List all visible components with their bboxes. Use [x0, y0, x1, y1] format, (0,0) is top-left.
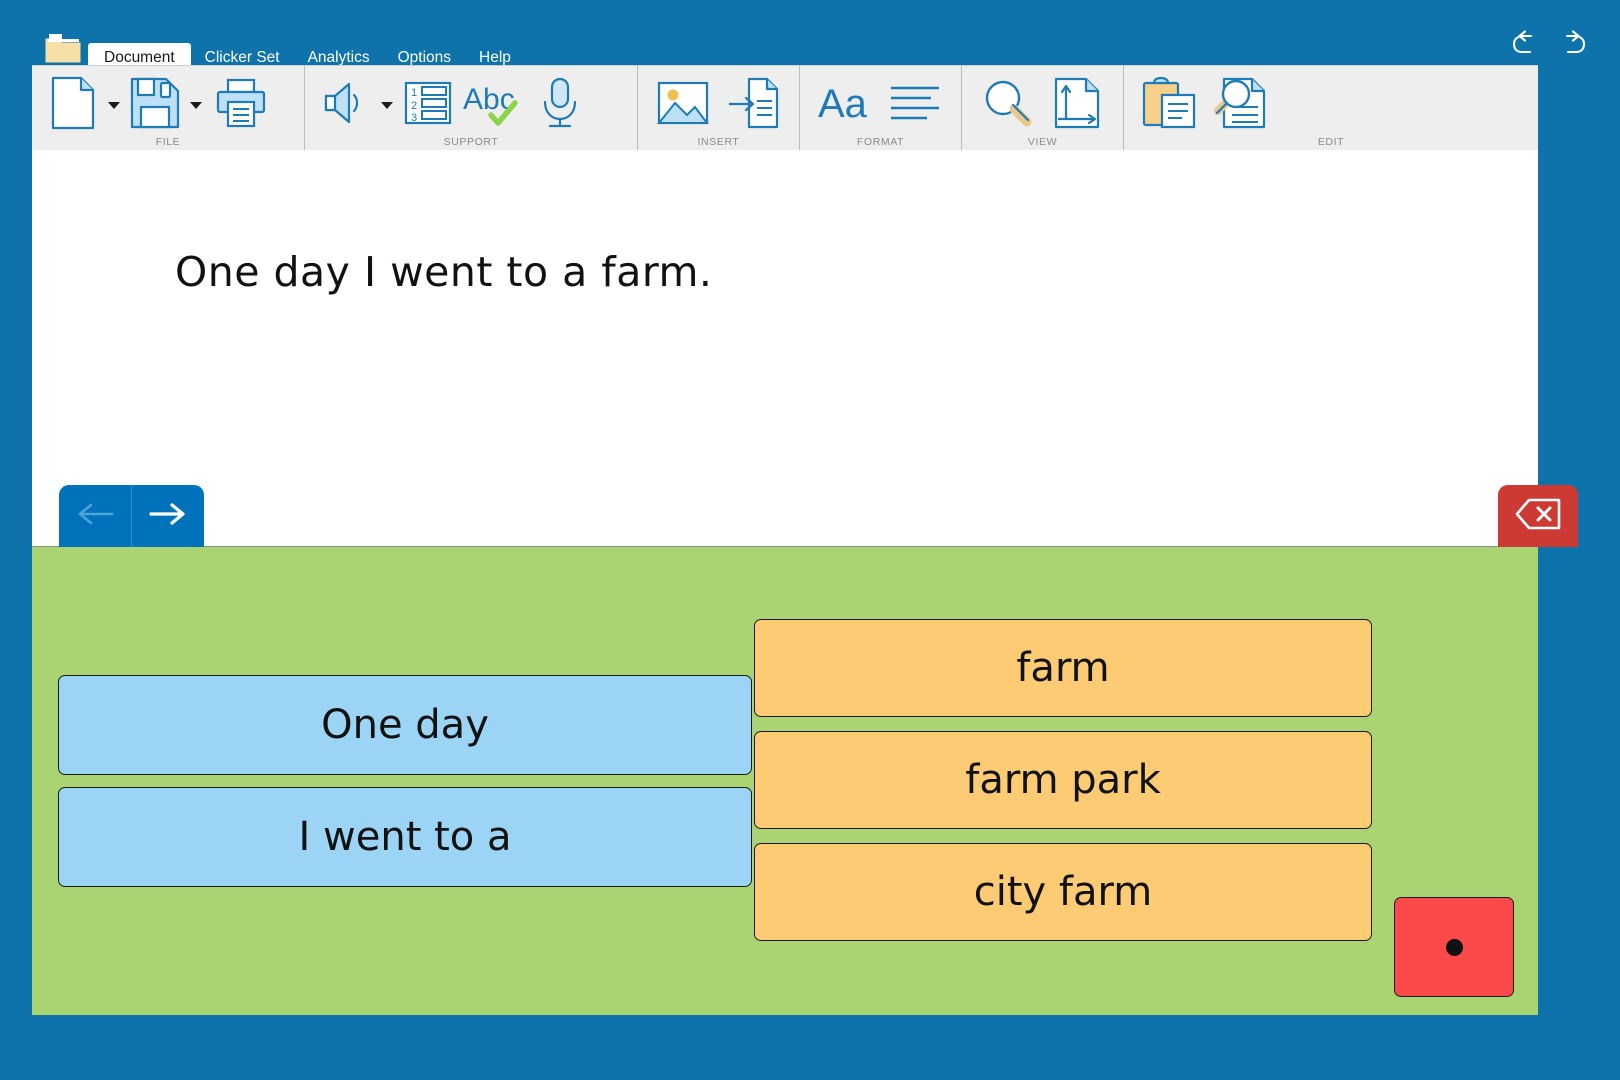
clicker-app-window: Document Clicker Set Analytics Options H…: [0, 0, 1620, 1080]
word-card-i-went-to-a[interactable]: I went to a: [58, 787, 752, 887]
nav-forward-button[interactable]: [131, 485, 204, 547]
nav-back-button[interactable]: [59, 485, 131, 547]
align-lines-icon: [889, 83, 941, 128]
paste-button[interactable]: [1134, 74, 1204, 136]
new-document-icon: [51, 76, 95, 135]
spell-check-button[interactable]: Abc: [459, 74, 529, 136]
ribbon-group-label-file: FILE: [155, 136, 181, 148]
title-bar: Document Clicker Set Analytics Options H…: [0, 0, 1620, 73]
numbered-list-icon: 1 2 3: [404, 81, 452, 130]
new-document-dropdown-caret[interactable]: [104, 74, 124, 136]
font-button[interactable]: Aa: [810, 74, 880, 136]
word-list-button[interactable]: 1 2 3: [397, 74, 459, 136]
paragraph-align-button[interactable]: [880, 74, 950, 136]
delete-button[interactable]: [1498, 485, 1578, 547]
ribbon-group-support: 1 2 3 Abc SUPPORT: [305, 66, 638, 151]
document-text[interactable]: One day I went to a farm.: [175, 248, 712, 296]
ribbon-group-view: VIEW: [962, 66, 1124, 151]
arrow-right-icon: [148, 500, 188, 533]
microphone-icon: [540, 77, 580, 134]
ribbon-group-label-edit: EDIT: [1317, 136, 1345, 148]
find-button[interactable]: [1204, 74, 1274, 136]
backspace-delete-icon: [1514, 497, 1562, 536]
printer-icon: [215, 78, 267, 133]
document-canvas[interactable]: One day I went to a farm.: [32, 150, 1538, 547]
clipboard-paste-icon: [1142, 76, 1196, 134]
redo-icon[interactable]: [1556, 28, 1590, 58]
folder-icon[interactable]: [45, 33, 81, 63]
magnifier-icon: [981, 78, 1033, 133]
word-card-one-day[interactable]: One day: [58, 675, 752, 775]
svg-text:2: 2: [411, 100, 417, 112]
word-grid-panel: One day I went to a farm farm park city …: [32, 547, 1538, 1015]
ribbon-group-file: FILE: [32, 66, 305, 151]
word-card-farm-park[interactable]: farm park: [754, 731, 1372, 829]
svg-text:1: 1: [411, 87, 417, 99]
speak-button[interactable]: [315, 74, 377, 136]
title-bar-actions: [1508, 28, 1590, 58]
insert-page-button[interactable]: [718, 74, 788, 136]
word-card-farm[interactable]: farm: [754, 619, 1372, 717]
floppy-disk-icon: [130, 77, 180, 134]
word-card-city-farm[interactable]: city farm: [754, 843, 1372, 941]
ribbon-group-label-view: VIEW: [1027, 136, 1058, 148]
spell-check-abc-icon: Abc: [463, 79, 525, 132]
ribbon-group-label-format: FORMAT: [856, 136, 905, 148]
font-aa-icon: Aa: [817, 81, 873, 130]
ribbon-group-format: Aa FORMAT: [800, 66, 962, 151]
page-orientation-icon: [1054, 77, 1100, 134]
ribbon-group-edit: EDIT: [1124, 66, 1538, 151]
picture-icon: [656, 81, 709, 130]
ribbon-toolbar: FILE 1 2 3 Abc SUPPORT INSERT Aa FORMAT …: [32, 65, 1538, 151]
grid-navigation: [59, 485, 204, 547]
ribbon-group-label-support: SUPPORT: [443, 136, 499, 148]
page-layout-button[interactable]: [1042, 74, 1112, 136]
full-stop-dot-icon: [1445, 938, 1463, 956]
svg-text:Aa: Aa: [818, 82, 868, 125]
speak-dropdown-caret[interactable]: [377, 74, 397, 136]
voice-record-button[interactable]: [529, 74, 591, 136]
speaker-icon: [321, 81, 371, 130]
ribbon-group-insert: INSERT: [638, 66, 800, 151]
print-button[interactable]: [206, 74, 276, 136]
zoom-button[interactable]: [972, 74, 1042, 136]
insert-picture-button[interactable]: [648, 74, 718, 136]
ribbon-group-label-insert: INSERT: [697, 136, 740, 148]
undo-icon[interactable]: [1508, 28, 1542, 58]
new-document-button[interactable]: [42, 74, 104, 136]
save-dropdown-caret[interactable]: [186, 74, 206, 136]
punctuation-card-full-stop[interactable]: [1394, 897, 1514, 997]
svg-text:3: 3: [411, 112, 417, 124]
save-button[interactable]: [124, 74, 186, 136]
find-in-document-icon: [1212, 77, 1266, 134]
arrow-left-icon: [75, 500, 115, 533]
insert-into-document-icon: [727, 77, 779, 134]
